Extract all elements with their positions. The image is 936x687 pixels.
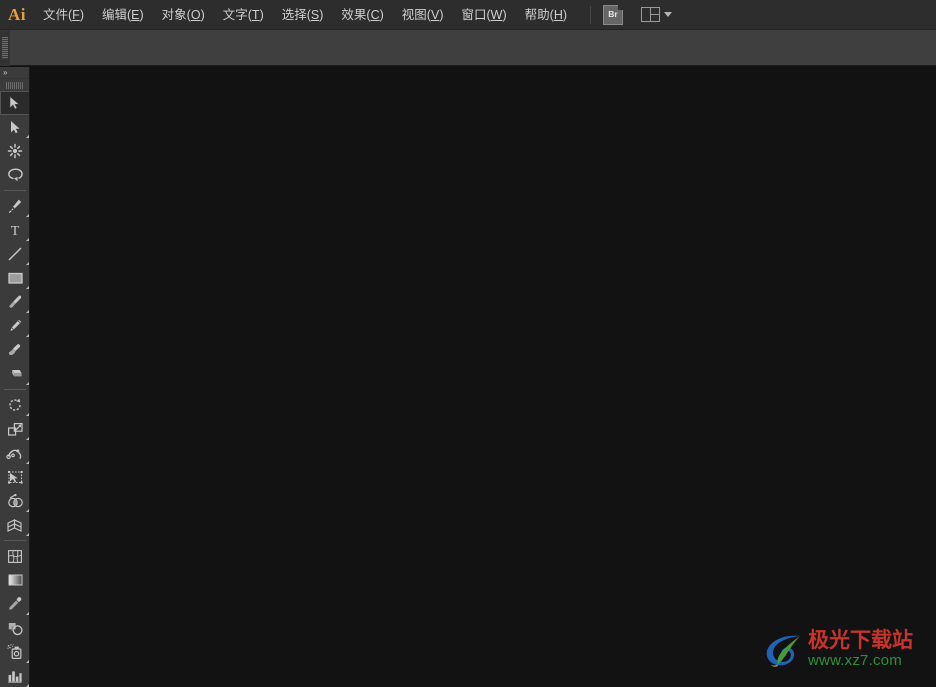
tool-flyout-indicator-icon[interactable]	[26, 660, 29, 663]
eyedropper-tool[interactable]	[0, 592, 29, 616]
tools-panel-grip[interactable]	[0, 79, 29, 91]
pen-tool[interactable]	[0, 194, 29, 218]
tool-flyout-indicator-icon[interactable]	[26, 310, 29, 313]
tool-flyout-indicator-icon[interactable]	[26, 612, 29, 615]
width-warp-icon	[6, 446, 24, 461]
tool-flyout-indicator-icon[interactable]	[26, 135, 29, 138]
tool-flyout-indicator-icon[interactable]	[26, 509, 29, 512]
rotate-tool[interactable]	[0, 393, 29, 417]
menu-bar-divider	[590, 5, 592, 24]
pencil-icon	[7, 318, 23, 334]
type-t-icon: T	[7, 222, 23, 238]
tool-flyout-indicator-icon[interactable]	[26, 214, 29, 217]
workspace-switcher-icon	[641, 7, 661, 22]
menu-item-window[interactable]: 窗口(W)	[452, 0, 515, 30]
eyedropper-icon	[7, 596, 23, 612]
tool-flyout-indicator-icon[interactable]	[26, 437, 29, 440]
arrow-solid-icon	[7, 95, 23, 111]
shape-builder-icon	[7, 493, 24, 509]
gradient-tool[interactable]	[0, 568, 29, 592]
scale-icon	[7, 422, 24, 437]
eraser-icon	[7, 367, 24, 381]
magic-wand-icon	[7, 143, 24, 159]
arrow-outline-icon	[7, 119, 23, 135]
blend-icon	[7, 621, 24, 636]
bridge-label: Br	[608, 9, 618, 20]
width-tool[interactable]	[0, 441, 29, 465]
tool-flyout-indicator-icon[interactable]	[26, 461, 29, 464]
mesh-tool[interactable]	[0, 544, 29, 568]
tools-divider	[3, 389, 26, 390]
menu-bar: Ai 文件(F) 编辑(E) 对象(O) 文字(T) 选择(S) 效果(C) 视图(V) 窗口…	[0, 0, 936, 30]
rectangle-icon	[7, 271, 24, 285]
magic-wand-tool[interactable]	[0, 139, 29, 163]
tools-panel-collapse-button[interactable]: »	[0, 67, 29, 79]
perspective-grid-tool[interactable]	[0, 513, 29, 537]
menu-item-view[interactable]: 视图(V)	[393, 0, 453, 30]
column-graph-tool[interactable]	[0, 664, 29, 687]
tool-flyout-indicator-icon[interactable]	[26, 382, 29, 385]
scale-tool[interactable]	[0, 417, 29, 441]
tools-list: T	[0, 91, 29, 687]
menu-items: 文件(F) 编辑(E) 对象(O) 文字(T) 选择(S) 效果(C) 视图(V) 窗口(W)…	[34, 0, 576, 30]
perspective-grid-icon	[6, 518, 24, 533]
gradient-icon	[7, 573, 24, 587]
symbol-sprayer-tool[interactable]	[0, 640, 29, 664]
tool-flyout-indicator-icon[interactable]	[26, 533, 29, 536]
menu-item-help[interactable]: 帮助(H)	[516, 0, 576, 30]
tool-flyout-indicator-icon[interactable]	[26, 413, 29, 416]
free-transform-icon	[7, 470, 24, 485]
lasso-tool[interactable]	[0, 163, 29, 187]
watermark-text: 极光下载站 www.xz7.com	[808, 630, 913, 670]
tool-flyout-indicator-icon[interactable]	[26, 334, 29, 337]
watermark-title: 极光下载站	[808, 629, 913, 653]
pencil-tool[interactable]	[0, 314, 29, 338]
menu-item-select[interactable]: 选择(S)	[273, 0, 333, 30]
tools-divider	[3, 190, 26, 191]
app-logo-icon: Ai	[8, 4, 26, 24]
eraser-tool[interactable]	[0, 362, 29, 386]
type-tool[interactable]: T	[0, 218, 29, 242]
chevron-down-icon	[664, 12, 673, 17]
lasso-icon	[7, 167, 24, 183]
watermark-url: www.xz7.com	[808, 652, 902, 670]
svg-text:T: T	[11, 224, 20, 238]
rotate-icon	[7, 397, 23, 413]
control-bar[interactable]	[0, 29, 936, 66]
mesh-icon	[7, 549, 23, 564]
paintbrush-icon	[7, 294, 24, 310]
menu-item-effect[interactable]: 效果(C)	[332, 0, 392, 30]
illustrator-window: Ai 文件(F) 编辑(E) 对象(O) 文字(T) 选择(S) 效果(C) 视图(V) 窗口…	[0, 0, 936, 687]
pen-icon	[7, 198, 23, 214]
tools-panel: » T	[0, 67, 30, 687]
blend-tool[interactable]	[0, 616, 29, 640]
menu-item-type[interactable]: 文字(T)	[214, 0, 273, 30]
free-transform-tool[interactable]	[0, 465, 29, 489]
rectangle-tool[interactable]	[0, 266, 29, 290]
document-canvas[interactable]: 极光下载站 www.xz7.com	[31, 67, 936, 687]
tool-flyout-indicator-icon[interactable]	[26, 238, 29, 241]
line-segment-tool[interactable]	[0, 242, 29, 266]
workspace-switcher-button[interactable]	[641, 7, 673, 22]
control-bar-grip[interactable]	[0, 29, 10, 66]
menu-item-edit[interactable]: 编辑(E)	[93, 0, 153, 30]
menu-item-object[interactable]: 对象(O)	[153, 0, 214, 30]
column-graph-icon	[7, 669, 23, 683]
blob-brush-tool[interactable]	[0, 338, 29, 362]
menu-item-file[interactable]: 文件(F)	[34, 0, 93, 30]
paintbrush-tool[interactable]	[0, 290, 29, 314]
double-chevron-right-icon: »	[3, 67, 8, 77]
watermark-logo-icon	[760, 627, 806, 673]
line-icon	[7, 246, 23, 262]
blob-brush-icon	[7, 342, 24, 358]
tool-flyout-indicator-icon[interactable]	[26, 262, 29, 265]
tool-flyout-indicator-icon[interactable]	[26, 286, 29, 289]
symbol-sprayer-icon	[6, 644, 24, 660]
direct-selection-tool[interactable]	[0, 115, 29, 139]
shape-builder-tool[interactable]	[0, 489, 29, 513]
watermark: 极光下载站 www.xz7.com	[760, 621, 928, 679]
tools-divider	[3, 540, 26, 541]
go-to-bridge-button[interactable]: Br	[603, 4, 624, 25]
selection-tool[interactable]	[0, 91, 29, 115]
